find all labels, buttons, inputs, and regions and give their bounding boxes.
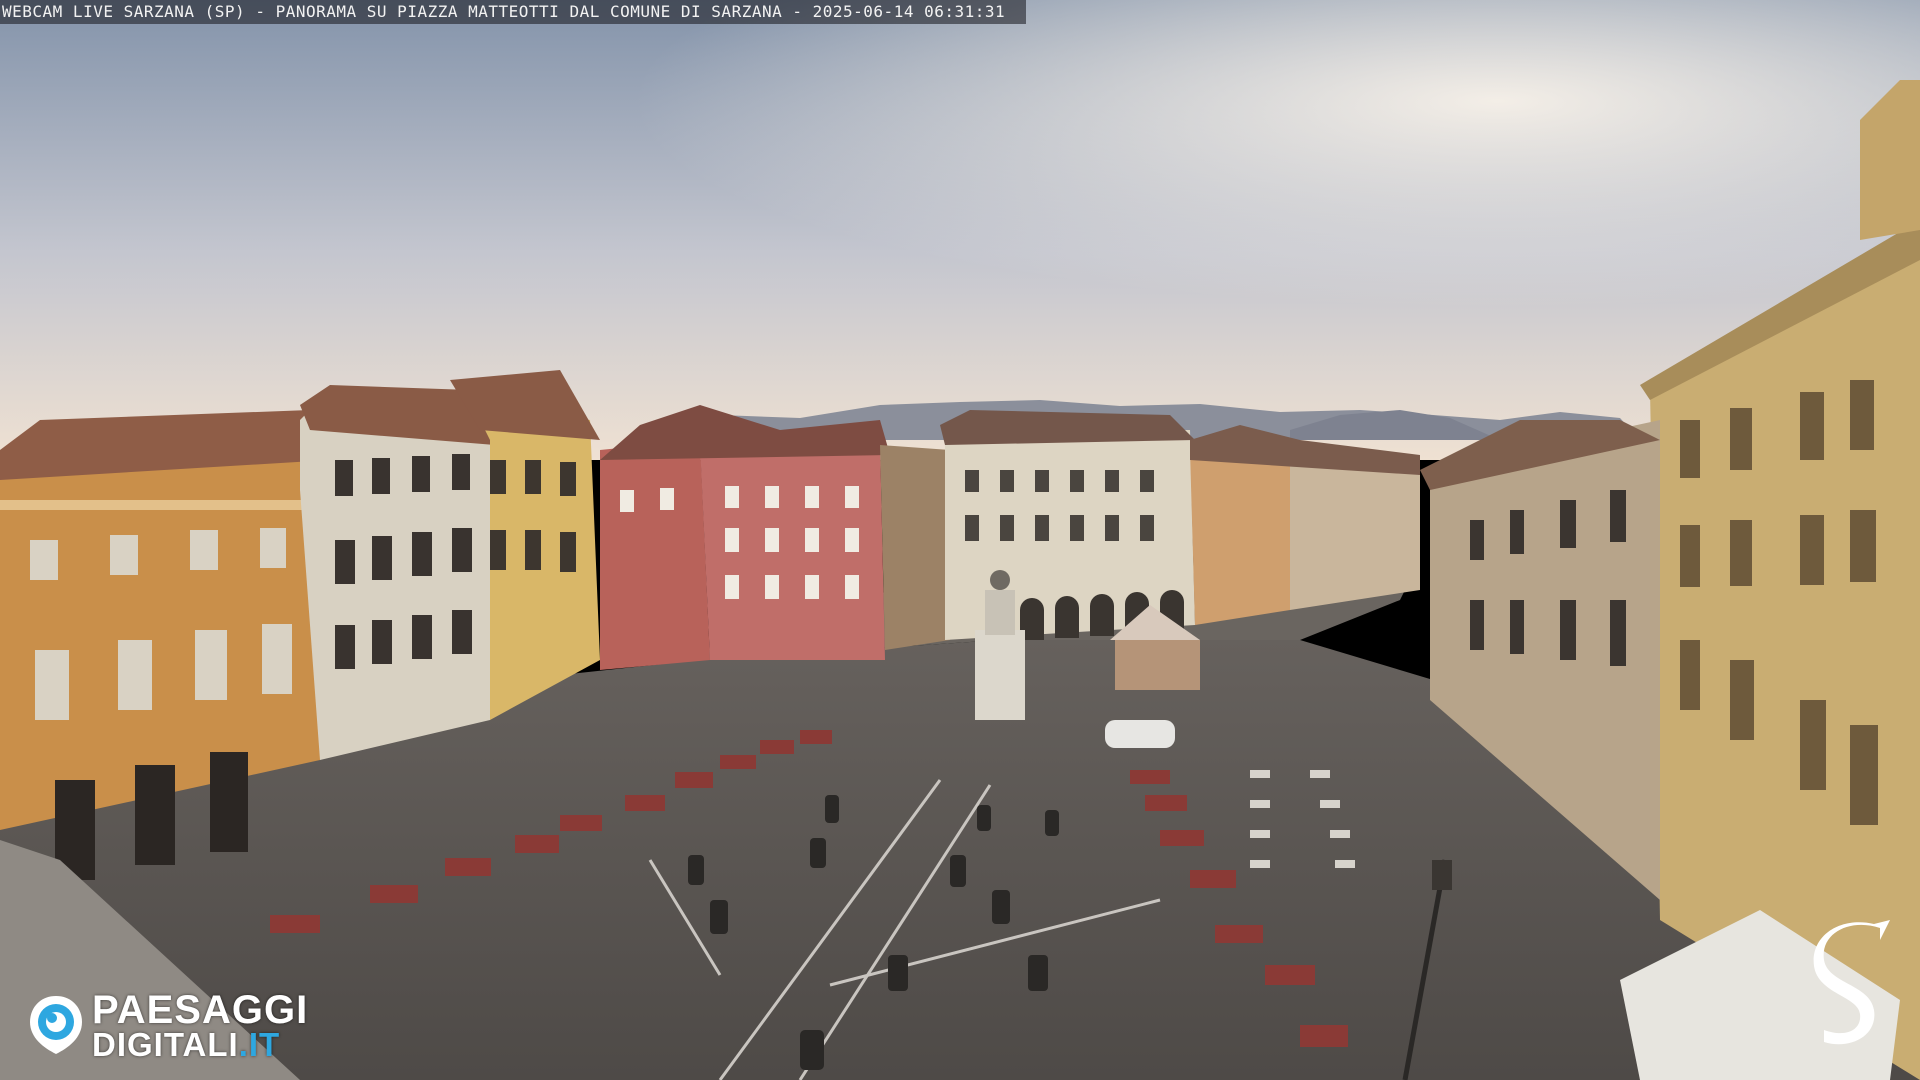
webcam-caption-bar: WEBCAM LIVE SARZANA (SP) - PANORAMA SU P…: [0, 0, 1026, 24]
logo-line-2-main: DIGITALI: [92, 1026, 239, 1063]
paesaggi-digitali-logo[interactable]: PAESAGGI DIGITALI.IT: [26, 988, 346, 1063]
webcam-frame: WEBCAM LIVE SARZANA (SP) - PANORAMA SU P…: [0, 0, 1920, 1080]
eye-pin-icon: [30, 996, 82, 1054]
logo-line-2: DIGITALI.IT: [92, 1026, 280, 1064]
stylized-s-icon: [1813, 920, 1890, 1045]
piazza-panorama-image: [0, 0, 1920, 1080]
webcam-caption-text: WEBCAM LIVE SARZANA (SP) - PANORAMA SU P…: [2, 2, 1006, 21]
logo-tld: .IT: [238, 1026, 281, 1063]
